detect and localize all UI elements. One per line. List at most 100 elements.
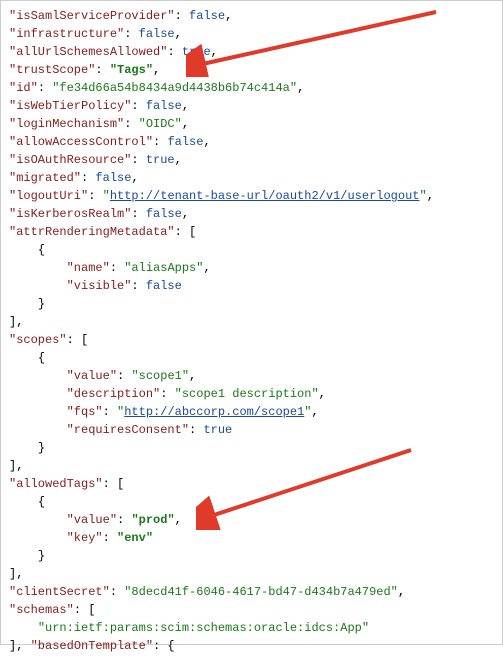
brace: }	[38, 441, 45, 455]
brace: {	[38, 351, 45, 365]
key: "isWebTierPolicy"	[9, 99, 131, 113]
key: "allUrlSchemesAllowed"	[9, 45, 167, 59]
key: "trustScope"	[9, 63, 95, 77]
punct: :	[103, 405, 117, 419]
url: http://abccorp.com/scope1	[124, 405, 304, 419]
punct: :	[131, 153, 145, 167]
key: "id"	[9, 81, 38, 95]
bracket: ],	[9, 315, 23, 329]
key: "fqs"	[67, 405, 103, 419]
key: "allowedTags"	[9, 477, 103, 491]
val-env: "env"	[117, 531, 153, 545]
punct: ,	[398, 585, 405, 599]
punct: :	[131, 207, 145, 221]
key: "schemas"	[9, 603, 74, 617]
punct: :	[81, 171, 95, 185]
punct: :	[124, 27, 138, 41]
bracket: ],	[9, 567, 23, 581]
url: http://tenant-base-url/oauth2/v1/userlog…	[110, 189, 420, 203]
json-code-block: "isSamlServiceProvider": false, "infrast…	[1, 1, 502, 661]
punct: ,	[225, 9, 232, 23]
val: "urn:ietf:params:scim:schemas:oracle:idc…	[38, 621, 369, 635]
key: "isKerberosRealm"	[9, 207, 131, 221]
punct: : {	[153, 639, 175, 653]
key: "value"	[67, 513, 117, 527]
val: false	[189, 9, 225, 23]
val: false	[146, 279, 182, 293]
val: "fe34d66a54b8434a9d4438b6b74c414a"	[52, 81, 297, 95]
punct: :	[110, 585, 124, 599]
punct: :	[110, 261, 124, 275]
punct: :	[117, 369, 131, 383]
brace: }	[38, 297, 45, 311]
punct: ,	[319, 387, 326, 401]
val-prod: "prod"	[131, 513, 174, 527]
val: "scope1 description"	[175, 387, 319, 401]
val: false	[139, 27, 175, 41]
punct: :	[189, 423, 203, 437]
punct: :	[117, 513, 131, 527]
punct: :	[160, 387, 174, 401]
key: "requiresConsent"	[67, 423, 189, 437]
punct: ,	[153, 63, 160, 77]
key: "logoutUri"	[9, 189, 88, 203]
punct: :	[124, 117, 138, 131]
punct: ,	[131, 171, 138, 185]
brace: }	[38, 549, 45, 563]
punct: : [	[67, 333, 89, 347]
punct: ,	[182, 207, 189, 221]
key: "description"	[67, 387, 161, 401]
punct: ,	[311, 405, 318, 419]
key: "infrastructure"	[9, 27, 124, 41]
key: "clientSecret"	[9, 585, 110, 599]
punct: :	[88, 189, 102, 203]
val: true	[203, 423, 232, 437]
punct: ,	[203, 261, 210, 275]
key: "value"	[67, 369, 117, 383]
val: "OIDC"	[139, 117, 182, 131]
punct: ,	[175, 27, 182, 41]
punct: ,	[182, 99, 189, 113]
key: "attrRenderingMetadata"	[9, 225, 175, 239]
val: true	[146, 153, 175, 167]
punct: ,	[427, 189, 434, 203]
punct: ,	[203, 135, 210, 149]
brace: {	[38, 243, 45, 257]
bracket: ],	[9, 639, 31, 653]
key: "migrated"	[9, 171, 81, 185]
val: false	[167, 135, 203, 149]
punct: :	[167, 45, 181, 59]
punct: : [	[103, 477, 125, 491]
punct: ,	[297, 81, 304, 95]
key: "key"	[67, 531, 103, 545]
val: false	[146, 99, 182, 113]
brace: {	[38, 495, 45, 509]
punct: ,	[175, 513, 182, 527]
val-tags: "Tags"	[110, 63, 153, 77]
punct: ,	[182, 117, 189, 131]
val: false	[95, 171, 131, 185]
key: "allowAccessControl"	[9, 135, 153, 149]
punct: :	[95, 63, 109, 77]
val: false	[146, 207, 182, 221]
punct: :	[175, 9, 189, 23]
bracket: ],	[9, 459, 23, 473]
q: "	[103, 189, 110, 203]
key: "loginMechanism"	[9, 117, 124, 131]
punct: : [	[175, 225, 197, 239]
q: "	[419, 189, 426, 203]
val: true	[182, 45, 211, 59]
val: "scope1"	[131, 369, 189, 383]
key: "scopes"	[9, 333, 67, 347]
key: "isSamlServiceProvider"	[9, 9, 175, 23]
key: "isOAuthResource"	[9, 153, 131, 167]
val: "aliasApps"	[124, 261, 203, 275]
punct: ,	[175, 153, 182, 167]
punct: ,	[211, 45, 218, 59]
key: "basedOnTemplate"	[31, 639, 153, 653]
punct: :	[131, 279, 145, 293]
punct: : [	[74, 603, 96, 617]
key: "name"	[67, 261, 110, 275]
punct: :	[38, 81, 52, 95]
key: "visible"	[67, 279, 132, 293]
